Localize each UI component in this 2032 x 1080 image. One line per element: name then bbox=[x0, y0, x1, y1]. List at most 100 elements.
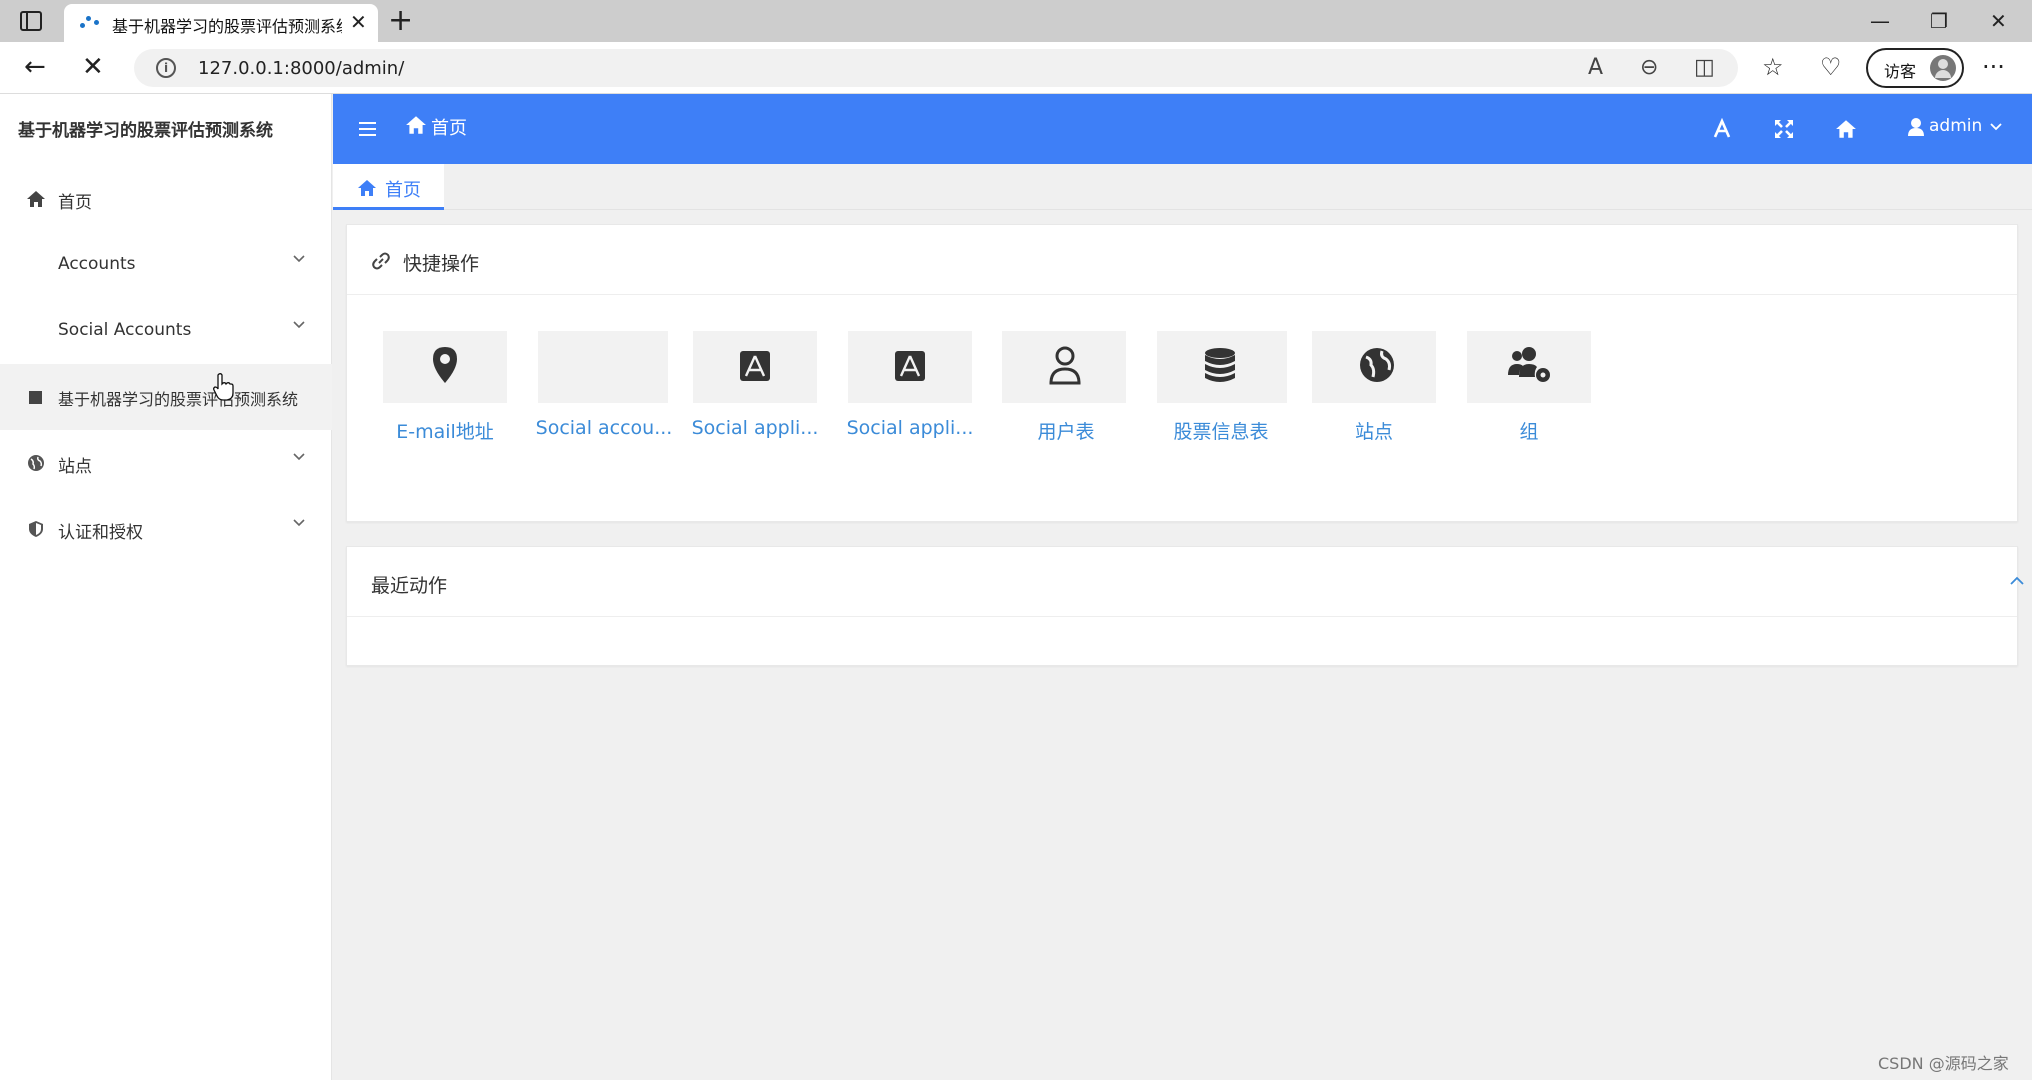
chevron-down-icon bbox=[1990, 123, 2002, 131]
sidebar-item-label: Accounts bbox=[58, 254, 136, 274]
browser-tab[interactable]: 基于机器学习的股票评估预测系统 ✕ bbox=[64, 4, 378, 42]
quick-action-tile bbox=[538, 331, 668, 403]
chevron-down-icon bbox=[293, 519, 305, 527]
database-icon bbox=[1205, 348, 1235, 382]
menu-toggle-icon[interactable] bbox=[359, 120, 377, 138]
home-icon[interactable] bbox=[1835, 118, 1857, 140]
sidebar-item-stock-system[interactable]: 基于机器学习的股票评估预测系统 bbox=[0, 364, 332, 430]
sidebar-item-accounts[interactable]: Accounts bbox=[0, 232, 332, 298]
minimize-icon[interactable]: — bbox=[1870, 6, 1890, 36]
quick-action-stock-info[interactable]: 股票信息表 bbox=[1157, 331, 1287, 443]
globe-icon bbox=[28, 455, 44, 471]
address-bar-row: ← ✕ i 127.0.0.1:8000/admin/ A ⊖ ◫ ☆ ♡ 访客… bbox=[0, 42, 2032, 94]
user-name: admin bbox=[1929, 116, 1983, 136]
shield-icon bbox=[29, 521, 43, 537]
user-icon bbox=[1049, 346, 1081, 385]
users-cog-icon bbox=[1508, 347, 1550, 382]
sidebar-item-home[interactable]: 首页 bbox=[0, 166, 332, 232]
tab-home[interactable]: 首页 bbox=[333, 164, 444, 210]
new-tab-button[interactable]: + bbox=[388, 4, 413, 38]
quick-action-tile bbox=[383, 331, 507, 403]
quick-action-label: Social accou... bbox=[535, 417, 673, 439]
url-field[interactable]: i 127.0.0.1:8000/admin/ A ⊖ ◫ bbox=[134, 49, 1738, 87]
url-text[interactable]: 127.0.0.1:8000/admin/ bbox=[198, 58, 404, 79]
stop-icon[interactable]: ✕ bbox=[82, 52, 104, 82]
read-aloud-icon[interactable]: A bbox=[1588, 55, 1603, 80]
quick-action-label: 股票信息表 bbox=[1173, 421, 1269, 443]
card-header: 最近动作 bbox=[347, 547, 2024, 617]
profile-label: 访客 bbox=[1884, 62, 1917, 81]
quick-action-label: 用户表 bbox=[1037, 421, 1095, 443]
globe-icon bbox=[1360, 348, 1394, 382]
fullscreen-icon[interactable] bbox=[1773, 118, 1795, 140]
quick-action-sites[interactable]: 站点 bbox=[1312, 331, 1438, 443]
quick-action-tile bbox=[1002, 331, 1126, 403]
sidebar-item-auth[interactable]: 认证和授权 bbox=[0, 496, 332, 562]
browser-tab-title: 基于机器学习的股票评估预测系统 bbox=[112, 17, 342, 36]
sidebar-item-label: 首页 bbox=[58, 193, 92, 213]
close-window-icon[interactable]: ✕ bbox=[1990, 6, 2007, 36]
quick-action-label: E-mail地址 bbox=[396, 421, 494, 443]
sidebar-item-label: Social Accounts bbox=[58, 320, 192, 340]
site-info-icon[interactable]: i bbox=[156, 58, 176, 78]
quick-action-tile bbox=[1467, 331, 1591, 403]
page-tabbar: 首页 bbox=[333, 164, 2032, 210]
chevron-down-icon bbox=[293, 453, 305, 461]
map-marker-icon bbox=[433, 347, 457, 383]
link-icon bbox=[372, 252, 390, 270]
sidebar: 基于机器学习的股票评估预测系统 首页 Accounts Social Accou… bbox=[0, 94, 332, 1080]
user-icon bbox=[1908, 118, 1924, 136]
quick-action-label: Social appli... bbox=[691, 417, 819, 439]
app-store-icon bbox=[895, 351, 925, 381]
quick-action-tile bbox=[1157, 331, 1287, 403]
quick-action-social-apps[interactable]: Social appli... bbox=[692, 331, 819, 441]
sidebar-title: 基于机器学习的股票评估预测系统 bbox=[18, 121, 273, 141]
quick-action-tile bbox=[693, 331, 817, 403]
home-icon bbox=[27, 191, 45, 207]
font-size-icon[interactable] bbox=[1711, 118, 1733, 140]
split-screen-icon[interactable]: ◫ bbox=[1694, 55, 1715, 80]
favorites-icon[interactable]: ☆ bbox=[1762, 52, 1784, 82]
quick-actions-title: 快捷操作 bbox=[403, 253, 480, 275]
recent-actions-card: 最近动作 bbox=[346, 546, 2024, 666]
loading-icon bbox=[78, 14, 100, 32]
home-icon[interactable] bbox=[405, 114, 427, 136]
quick-action-label: 组 bbox=[1519, 421, 1539, 443]
hand-cursor-icon bbox=[213, 373, 234, 401]
quick-action-email[interactable]: E-mail地址 bbox=[383, 331, 509, 443]
avatar bbox=[1930, 55, 1956, 81]
header-home-link[interactable]: 首页 bbox=[431, 114, 467, 140]
app-store-icon bbox=[740, 351, 770, 381]
quick-action-groups[interactable]: 组 bbox=[1467, 331, 1593, 443]
quick-action-social-accounts[interactable]: Social accou... bbox=[536, 331, 672, 441]
quick-action-label: Social appli... bbox=[846, 417, 974, 439]
card-header: 快捷操作 bbox=[347, 225, 2017, 295]
tab-actions-icon[interactable] bbox=[20, 11, 42, 31]
quick-action-social-apps-tokens[interactable]: Social appli... bbox=[847, 331, 974, 441]
sidebar-item-label: 站点 bbox=[58, 457, 92, 477]
sidebar-item-label: 基于机器学习的股票评估预测系统 bbox=[58, 390, 299, 409]
profile-button[interactable]: 访客 bbox=[1866, 48, 1964, 88]
square-icon bbox=[29, 391, 42, 404]
sidebar-item-social-accounts[interactable]: Social Accounts bbox=[0, 298, 332, 364]
sidebar-item-sites[interactable]: 站点 bbox=[0, 430, 332, 496]
more-icon[interactable]: ··· bbox=[1982, 52, 2005, 82]
quick-action-tile bbox=[1312, 331, 1436, 403]
chevron-down-icon bbox=[293, 321, 305, 329]
quick-actions-card: 快捷操作 E-mail地址 Social accou... Social app… bbox=[346, 224, 2018, 522]
recent-actions-title: 最近动作 bbox=[371, 575, 448, 597]
sidebar-item-label: 认证和授权 bbox=[58, 523, 143, 543]
tab-label: 首页 bbox=[385, 180, 421, 201]
admin-header: 首页 admin bbox=[333, 94, 2032, 164]
quick-action-users[interactable]: 用户表 bbox=[1002, 331, 1128, 443]
watermark: CSDN @源码之家 bbox=[1878, 1054, 2009, 1073]
back-icon[interactable]: ← bbox=[24, 52, 46, 82]
close-tab-icon[interactable]: ✕ bbox=[350, 10, 367, 34]
chevron-down-icon bbox=[293, 255, 305, 263]
restore-icon[interactable]: ❐ bbox=[1930, 6, 1948, 36]
home-icon bbox=[358, 180, 376, 196]
chevron-up-icon[interactable] bbox=[2009, 575, 2025, 587]
browser-tabstrip: 基于机器学习的股票评估预测系统 ✕ + — ❐ ✕ bbox=[0, 0, 2032, 42]
zoom-out-icon[interactable]: ⊖ bbox=[1640, 55, 1658, 80]
browser-essentials-icon[interactable]: ♡ bbox=[1820, 52, 1842, 82]
